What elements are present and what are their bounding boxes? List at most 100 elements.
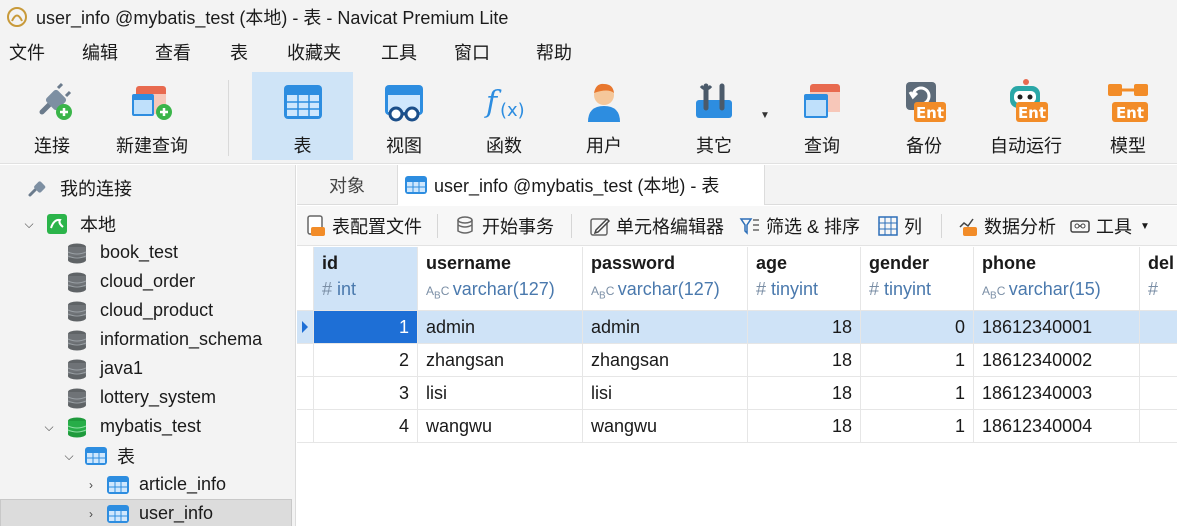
column-header-phone[interactable]: phone ABC varchar(15) <box>974 247 1140 311</box>
column-header-id[interactable]: id # int <box>314 247 418 311</box>
menu-file[interactable]: 文件 <box>0 34 73 72</box>
cell-del[interactable] <box>1140 377 1177 410</box>
model-label: 模型 <box>1110 136 1146 156</box>
cell-username[interactable]: zhangsan <box>418 344 583 377</box>
begin-transaction-button[interactable]: 开始事务 <box>455 206 554 246</box>
automation-button[interactable]: Ent 自动运行 <box>982 72 1070 160</box>
other-button[interactable]: 其它 <box>670 72 758 160</box>
cell-phone[interactable]: 18612340004 <box>974 410 1140 443</box>
cell-id[interactable]: 3 <box>314 377 418 410</box>
backup-label: 备份 <box>906 136 942 156</box>
column-header-username[interactable]: username ABC varchar(127) <box>418 247 583 311</box>
user-label: 用户 <box>586 136 622 156</box>
model-button[interactable]: Ent 模型 <box>1084 72 1172 160</box>
cell-password[interactable]: zhangsan <box>583 344 748 377</box>
cell-age[interactable]: 18 <box>748 311 861 344</box>
tree-database-open[interactable]: ⌵ mybatis_test <box>0 412 292 441</box>
connect-button[interactable]: 连接 <box>14 72 90 160</box>
menu-edit[interactable]: 编辑 <box>73 34 146 72</box>
table-icon <box>283 85 322 119</box>
cell-phone[interactable]: 18612340002 <box>974 344 1140 377</box>
columns-grid-icon <box>878 216 898 236</box>
cell-password[interactable]: admin <box>583 311 748 344</box>
edit-pencil-icon <box>590 217 611 236</box>
new-query-button[interactable]: 新建查询 <box>108 72 196 160</box>
cell-age[interactable]: 18 <box>748 410 861 443</box>
menu-favorites[interactable]: 收藏夹 <box>278 34 372 72</box>
tree-database[interactable]: java1 <box>0 354 292 383</box>
main-toolbar: 连接 新建查询 表 视图 f (x) 函数 用户 其它 ▼ 查询 Ent 备份 … <box>0 72 1177 164</box>
chevron-down-icon[interactable]: ⌵ <box>62 449 76 463</box>
menu-table[interactable]: 表 <box>221 34 278 72</box>
row-header-corner <box>297 247 314 311</box>
chevron-down-icon[interactable]: ⌵ <box>42 420 56 434</box>
chevron-down-icon[interactable]: ⌵ <box>22 217 36 231</box>
cell-gender[interactable]: 0 <box>861 311 974 344</box>
table-icon <box>107 504 129 523</box>
cell-age[interactable]: 18 <box>748 377 861 410</box>
chevron-right-icon[interactable]: › <box>84 507 98 521</box>
cell-password[interactable]: wangwu <box>583 410 748 443</box>
cell-gender[interactable]: 1 <box>861 344 974 377</box>
menu-window[interactable]: 窗口 <box>445 34 527 72</box>
data-analysis-button[interactable]: 数据分析 <box>957 206 1056 246</box>
view-button[interactable]: 视图 <box>360 72 448 160</box>
tree-table-item-selected[interactable]: › user_info <box>0 499 292 526</box>
cell-del[interactable] <box>1140 311 1177 344</box>
tree-database[interactable]: lottery_system <box>0 383 292 412</box>
tree-my-connections[interactable]: 我的连接 <box>0 173 292 202</box>
cell-phone[interactable]: 18612340001 <box>974 311 1140 344</box>
tree-database[interactable]: cloud_order <box>0 267 292 296</box>
cell-del[interactable] <box>1140 410 1177 443</box>
cell-id[interactable]: 4 <box>314 410 418 443</box>
cell-id[interactable]: 1 <box>314 311 418 344</box>
tree-database[interactable]: cloud_product <box>0 296 292 325</box>
cell-gender[interactable]: 1 <box>861 410 974 443</box>
tree-label: 我的连接 <box>60 178 132 199</box>
column-header-age[interactable]: age # tinyint <box>748 247 861 311</box>
tree-table-item[interactable]: › article_info <box>0 470 292 499</box>
tree-tables-node[interactable]: ⌵ 表 <box>0 441 292 470</box>
table-profile-button[interactable]: 表配置文件 <box>305 206 422 246</box>
row-selector[interactable] <box>297 410 314 443</box>
tree-database[interactable]: book_test <box>0 238 292 267</box>
cell-username[interactable]: wangwu <box>418 410 583 443</box>
tools-menu-button[interactable]: 工具 ▼ <box>1069 206 1150 246</box>
cell-username[interactable]: lisi <box>418 377 583 410</box>
column-type: # <box>1148 279 1158 300</box>
function-button[interactable]: f (x) 函数 <box>460 72 548 160</box>
cell-editor-button[interactable]: 单元格编辑器 <box>589 206 724 246</box>
user-button[interactable]: 用户 <box>560 72 648 160</box>
tab-objects[interactable]: 对象 <box>297 165 397 205</box>
columns-label: 列 <box>904 217 922 237</box>
cell-password[interactable]: lisi <box>583 377 748 410</box>
tree-database[interactable]: information_schema <box>0 325 292 354</box>
backup-button[interactable]: Ent 备份 <box>880 72 968 160</box>
tree-label: article_info <box>139 474 227 494</box>
chevron-right-icon[interactable]: › <box>84 478 98 492</box>
row-selector[interactable] <box>297 311 314 344</box>
cell-id[interactable]: 2 <box>314 344 418 377</box>
tree-label: book_test <box>100 242 179 262</box>
other-dropdown-arrow-icon[interactable]: ▼ <box>760 110 770 121</box>
new-query-label: 新建查询 <box>116 136 188 156</box>
menu-tools[interactable]: 工具 <box>372 34 445 72</box>
menu-help[interactable]: 帮助 <box>527 34 587 72</box>
filter-sort-button[interactable]: 筛选 & 排序 <box>739 206 860 246</box>
column-header-del[interactable]: del # <box>1140 247 1177 311</box>
columns-button[interactable]: 列 <box>877 206 922 246</box>
row-selector[interactable] <box>297 344 314 377</box>
cell-age[interactable]: 18 <box>748 344 861 377</box>
column-header-password[interactable]: password ABC varchar(127) <box>583 247 748 311</box>
menu-view[interactable]: 查看 <box>146 34 221 72</box>
tree-connection-local[interactable]: ⌵ 本地 <box>0 209 292 238</box>
table-button[interactable]: 表 <box>252 72 353 160</box>
tab-user-info[interactable]: user_info @mybatis_test (本地) - 表 <box>397 165 765 205</box>
cell-phone[interactable]: 18612340003 <box>974 377 1140 410</box>
column-header-gender[interactable]: gender # tinyint <box>861 247 974 311</box>
cell-gender[interactable]: 1 <box>861 377 974 410</box>
row-selector[interactable] <box>297 377 314 410</box>
cell-del[interactable] <box>1140 344 1177 377</box>
cell-username[interactable]: admin <box>418 311 583 344</box>
query-button[interactable]: 查询 <box>778 72 866 160</box>
